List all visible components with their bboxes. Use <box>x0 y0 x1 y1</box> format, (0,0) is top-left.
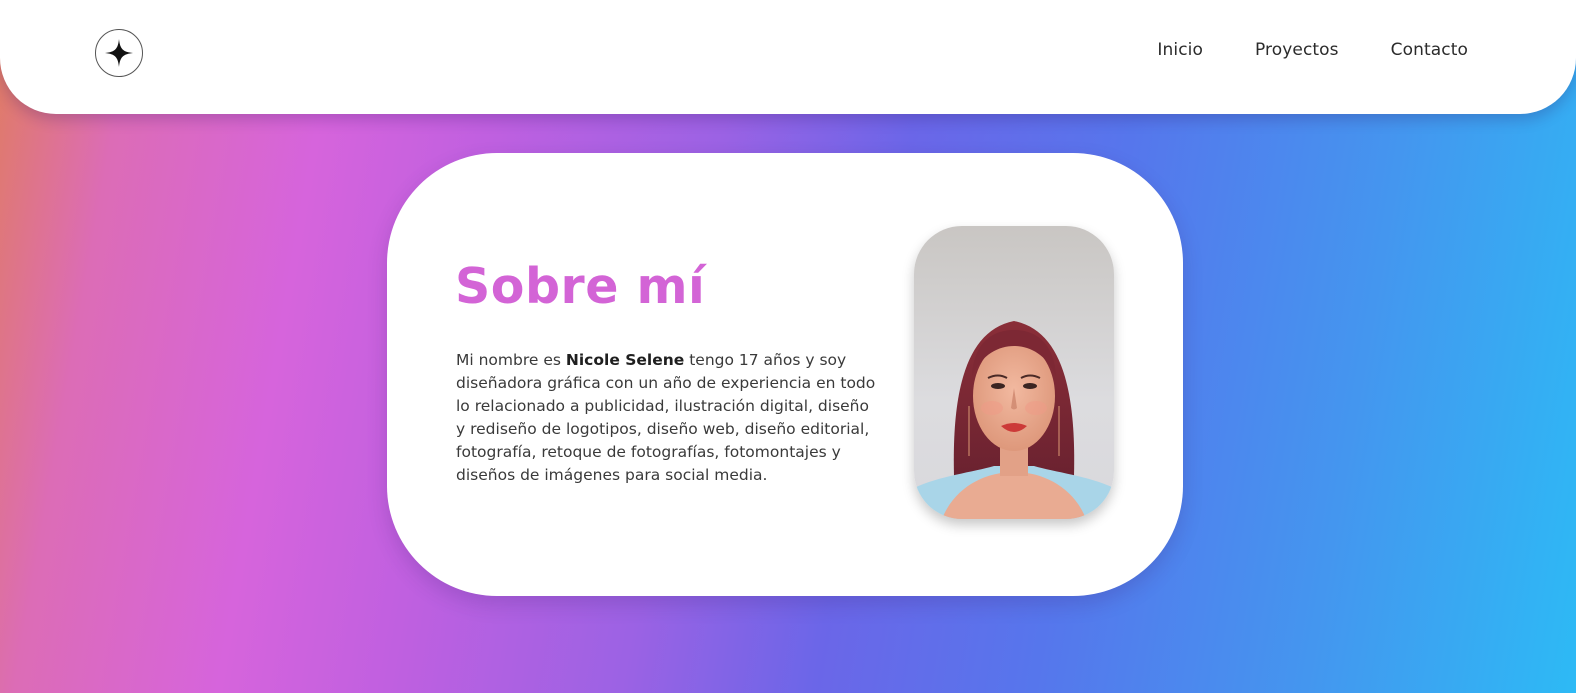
about-text-intro: Mi nombre es <box>456 351 566 369</box>
site-header: Inicio Proyectos Contacto <box>0 0 1576 114</box>
nav-link-proyectos[interactable]: Proyectos <box>1255 40 1339 60</box>
profile-photo <box>914 226 1114 519</box>
author-name: Nicole Selene <box>565 351 685 369</box>
about-title: Sobre mí <box>455 258 706 315</box>
about-text-body: tengo 17 años y soy diseñadora gráfica c… <box>456 351 876 484</box>
about-description: Mi nombre es Nicole Selene tengo 17 años… <box>456 349 878 487</box>
portrait-illustration <box>914 226 1114 519</box>
logo[interactable] <box>95 29 143 77</box>
about-card: Sobre mí Mi nombre es Nicole Selene teng… <box>387 153 1183 596</box>
nav-link-contacto[interactable]: Contacto <box>1391 40 1468 60</box>
nav-link-inicio[interactable]: Inicio <box>1157 40 1203 60</box>
four-point-star-icon <box>105 39 133 67</box>
main-nav: Inicio Proyectos Contacto <box>1157 40 1468 60</box>
